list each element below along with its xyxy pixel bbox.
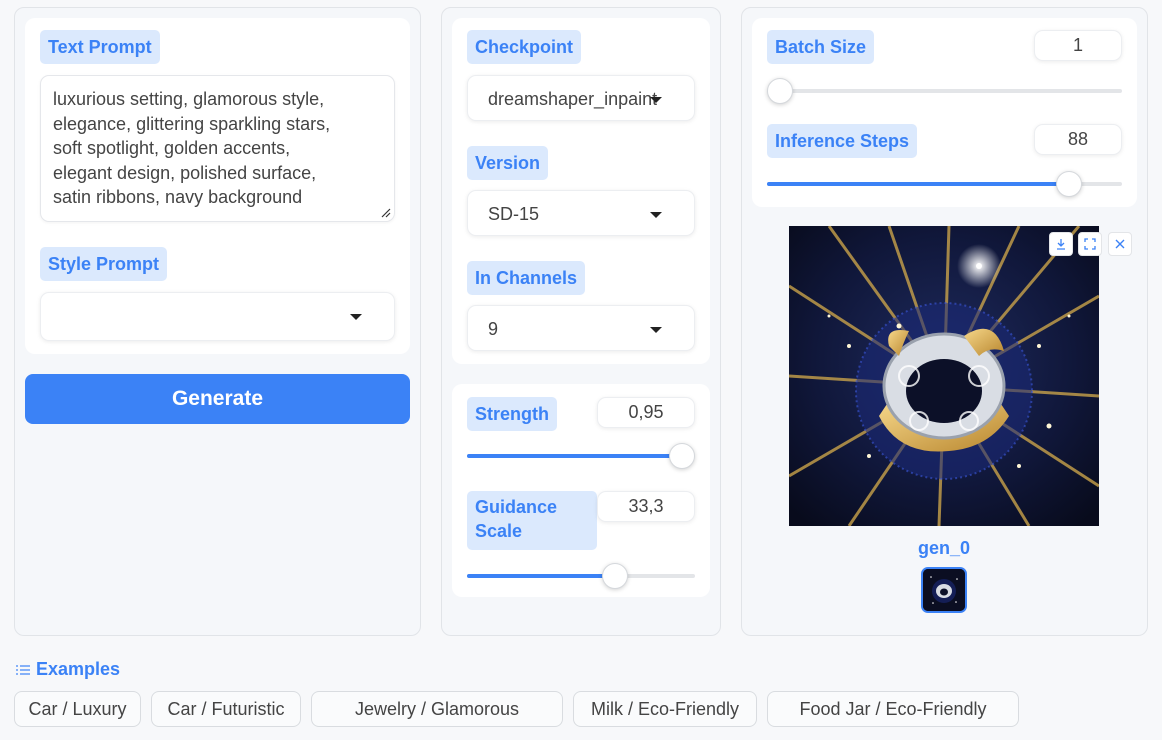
- example-jewelry-glamorous[interactable]: Jewelry / Glamorous: [311, 691, 563, 727]
- batch-size-label: Batch Size: [767, 30, 875, 64]
- chevron-down-icon: [650, 212, 662, 218]
- inference-slider-fill: [767, 182, 1069, 186]
- ring-thumbnail-image: [923, 569, 965, 611]
- style-prompt-dropdown[interactable]: [40, 292, 395, 341]
- inference-steps-label: Inference Steps: [767, 124, 918, 158]
- prompt-line: elegant design, polished surface,: [53, 162, 317, 183]
- generated-image[interactable]: [789, 226, 1099, 526]
- checkpoint-label: Checkpoint: [467, 30, 582, 64]
- example-car-futuristic[interactable]: Car / Futuristic: [151, 691, 301, 727]
- prompt-line: elegance, glittering sparkling stars,: [53, 113, 331, 134]
- examples-title: Examples: [36, 659, 121, 679]
- chevron-down-icon: [650, 327, 662, 333]
- text-prompt-label: Text Prompt: [40, 30, 160, 64]
- guidance-scale-label: Guidance Scale: [467, 491, 597, 550]
- prompt-line: luxurious setting, glamorous style,: [53, 89, 325, 109]
- fullscreen-icon[interactable]: [1078, 232, 1102, 256]
- in-channels-value: 9: [488, 319, 499, 339]
- strength-slider-fill: [467, 454, 684, 458]
- download-icon[interactable]: [1049, 232, 1073, 256]
- guidance-slider-fill: [467, 574, 616, 578]
- gallery-caption: gen_0: [917, 538, 971, 558]
- generate-button[interactable]: Generate: [25, 374, 410, 424]
- prompt-line: soft spotlight, golden accents,: [53, 138, 291, 158]
- strength-slider[interactable]: [467, 443, 695, 469]
- checkpoint-dropdown[interactable]: dreamshaper_inpaint: [467, 75, 695, 121]
- text-prompt-textarea[interactable]: luxurious setting, glamorous style, eleg…: [40, 75, 395, 222]
- checkpoint-value: dreamshaper_inpaint: [488, 89, 658, 109]
- in-channels-dropdown[interactable]: 9: [467, 305, 695, 351]
- examples-header: Examples: [16, 659, 120, 680]
- style-prompt-label: Style Prompt: [40, 247, 168, 281]
- example-milk-eco-friendly[interactable]: Milk / Eco-Friendly: [573, 691, 757, 727]
- chevron-down-icon: [350, 314, 362, 320]
- gallery-thumbnail[interactable]: [921, 567, 967, 613]
- prompt-line: satin ribbons, navy background: [53, 187, 303, 207]
- list-icon: [16, 664, 30, 675]
- batch-size-slider[interactable]: [767, 78, 1122, 104]
- strength-input[interactable]: 0,95: [597, 397, 695, 428]
- ring-image-illustration: [789, 226, 1099, 526]
- version-value: SD-15: [488, 204, 540, 224]
- guidance-scale-slider[interactable]: [467, 563, 695, 589]
- strength-label: Strength: [467, 397, 557, 431]
- version-label: Version: [467, 146, 549, 180]
- resize-handle-icon[interactable]: [381, 208, 391, 218]
- inference-steps-slider[interactable]: [767, 171, 1122, 197]
- batch-size-input[interactable]: 1: [1034, 30, 1122, 61]
- version-dropdown[interactable]: SD-15: [467, 190, 695, 236]
- inference-steps-input[interactable]: 88: [1034, 124, 1122, 155]
- guidance-slider-thumb[interactable]: [602, 563, 629, 589]
- in-channels-label: In Channels: [467, 261, 586, 295]
- guidance-scale-input[interactable]: 33,3: [597, 491, 695, 522]
- chevron-down-icon: [650, 97, 662, 103]
- close-icon[interactable]: [1108, 232, 1132, 256]
- batch-slider-thumb[interactable]: [767, 78, 793, 104]
- example-food-jar-eco-friendly[interactable]: Food Jar / Eco-Friendly: [767, 691, 1019, 727]
- example-car-luxury[interactable]: Car / Luxury: [14, 691, 141, 727]
- inference-slider-thumb[interactable]: [1055, 171, 1082, 197]
- strength-slider-thumb[interactable]: [669, 443, 695, 469]
